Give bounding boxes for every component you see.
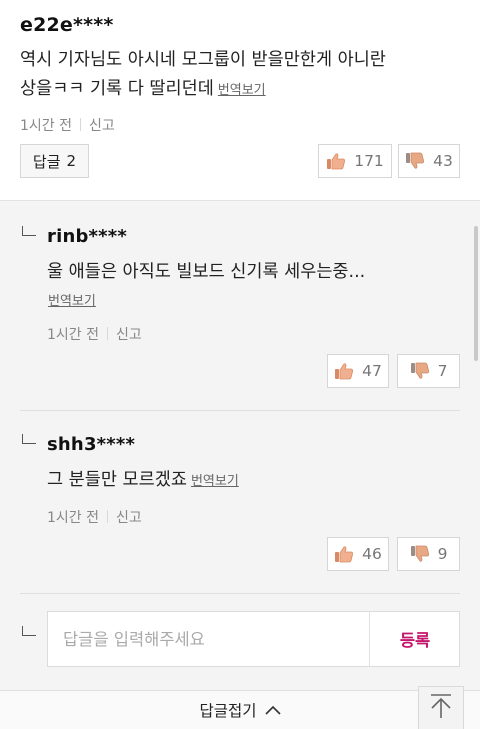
dislike-button[interactable]: 7 <box>397 354 460 388</box>
like-button[interactable]: 46 <box>327 537 389 571</box>
reply-text-content: 그 분들만 모르겠죠 <box>47 470 187 490</box>
reply-text: 울 애들은 아직도 빌보드 신기록 세우는중... <box>47 262 366 282</box>
like-count: 47 <box>362 362 382 380</box>
comment-meta: 1시간 전 신고 <box>20 115 115 135</box>
reply-divider <box>20 410 460 411</box>
report-link[interactable]: 신고 <box>116 510 142 526</box>
like-button[interactable]: 47 <box>327 354 389 388</box>
like-count: 46 <box>362 545 382 563</box>
reply-input[interactable] <box>48 612 368 666</box>
thumbs-up-icon <box>334 362 354 380</box>
main-comment: e22e**** 역시 기자님도 아시네 모그룹이 받을만한게 아니란 상을ㅋㅋ… <box>0 0 480 200</box>
reply-form: 등록 <box>47 611 460 667</box>
comment-text-line2: 상을ㅋㅋ 기록 다 딸리던데 번역보기 <box>20 73 266 107</box>
reply-toggle-label: 답글 <box>32 152 61 171</box>
thumbs-down-icon <box>410 362 430 380</box>
meta-separator <box>80 118 81 131</box>
like-count: 171 <box>354 152 384 170</box>
translate-link[interactable]: 번역보기 <box>191 474 239 489</box>
comment-text-line2-content: 상을ㅋㅋ 기록 다 딸리던데 <box>20 79 214 99</box>
reply-text: 그 분들만 모르겠죠 번역보기 <box>47 464 239 498</box>
reply-count: 2 <box>66 152 77 170</box>
collapse-label: 답글접기 <box>199 702 257 720</box>
submit-reply-button[interactable]: 등록 <box>369 612 460 666</box>
dislike-count: 43 <box>433 152 453 170</box>
scroll-top-icon <box>429 693 453 723</box>
reply-time: 1시간 전 <box>47 327 99 343</box>
like-button[interactable]: 171 <box>318 144 392 178</box>
report-link[interactable]: 신고 <box>116 327 142 343</box>
thumbs-up-icon <box>326 152 346 170</box>
thumbs-up-icon <box>334 545 354 563</box>
reply-meta: 1시간 전 신고 <box>47 507 142 527</box>
reply-meta: 1시간 전 신고 <box>47 324 142 344</box>
dislike-count: 9 <box>437 545 448 563</box>
dislike-button[interactable]: 43 <box>398 144 460 178</box>
reply-username[interactable]: shh3**** <box>47 434 135 455</box>
comment-text-line1: 역시 기자님도 아시네 모그룹이 받을만한게 아니란 <box>20 50 386 70</box>
scrollbar-thumb[interactable] <box>474 226 478 361</box>
chevron-up-icon <box>264 701 281 719</box>
scroll-top-button[interactable] <box>418 686 464 729</box>
thumbs-down-icon <box>410 545 430 563</box>
meta-separator <box>107 327 108 340</box>
thumbs-down-icon <box>405 152 425 170</box>
reply-indent-icon <box>22 626 36 636</box>
translate-link[interactable]: 번역보기 <box>218 83 266 98</box>
collapse-replies-button[interactable]: 답글접기 <box>0 690 480 729</box>
reply-indent-icon <box>22 226 36 236</box>
reply-username[interactable]: rinb**** <box>47 226 127 247</box>
report-link[interactable]: 신고 <box>89 118 115 134</box>
reply-toggle-button[interactable]: 답글 2 <box>20 144 89 178</box>
dislike-button[interactable]: 9 <box>397 537 460 571</box>
meta-separator <box>107 510 108 523</box>
dislike-count: 7 <box>437 362 448 380</box>
comment-username[interactable]: e22e**** <box>20 14 114 36</box>
translate-link[interactable]: 번역보기 <box>48 290 96 309</box>
reply-divider <box>20 593 460 594</box>
reply-indent-icon <box>22 434 36 444</box>
reply-time: 1시간 전 <box>47 510 99 526</box>
comment-time: 1시간 전 <box>20 118 72 134</box>
